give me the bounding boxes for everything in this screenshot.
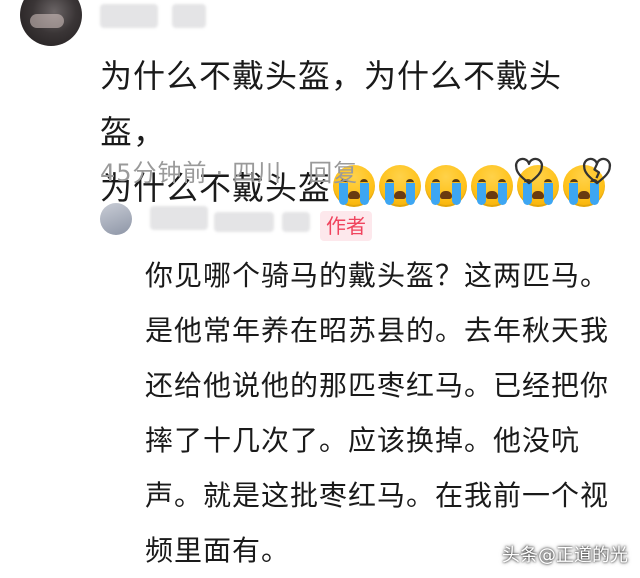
dislike-button[interactable] bbox=[580, 154, 614, 188]
watermark: 头条@正道的光 bbox=[502, 545, 628, 566]
crying-face-icon bbox=[379, 165, 422, 207]
reply-text: 你见哪个骑马的戴头盔？这两匹马。是他常年养在昭苏县的。去年秋天我还给他说他的那匹… bbox=[145, 259, 610, 567]
comment-text: 为什么不戴头盔，为什么不戴头盔， 为什么不戴头盔 bbox=[100, 48, 620, 216]
comment-location: 四川 bbox=[232, 159, 283, 187]
author-avatar[interactable] bbox=[100, 203, 132, 235]
heart-icon bbox=[514, 157, 544, 185]
broken-heart-icon bbox=[582, 157, 612, 185]
author-badge: 作者 bbox=[320, 211, 372, 241]
author-name-blurred bbox=[282, 212, 310, 232]
meta-separator: · bbox=[215, 159, 225, 187]
commenter-avatar[interactable] bbox=[20, 0, 82, 46]
like-button[interactable] bbox=[512, 154, 546, 188]
emoji-row bbox=[333, 165, 606, 207]
crying-face-icon bbox=[471, 165, 514, 207]
reply-button[interactable]: 回复 bbox=[308, 159, 358, 187]
author-name-blurred bbox=[214, 212, 274, 232]
author-name-blurred bbox=[150, 206, 208, 230]
commenter-name-blurred bbox=[100, 4, 158, 28]
comment-meta: 45分钟前 · 四川 回复 bbox=[100, 153, 358, 188]
commenter-name-blurred bbox=[172, 4, 206, 28]
comment-line-1: 为什么不戴头盔，为什么不戴头盔， bbox=[100, 57, 563, 151]
comment-time: 45分钟前 bbox=[100, 159, 208, 187]
crying-face-icon bbox=[425, 165, 468, 207]
